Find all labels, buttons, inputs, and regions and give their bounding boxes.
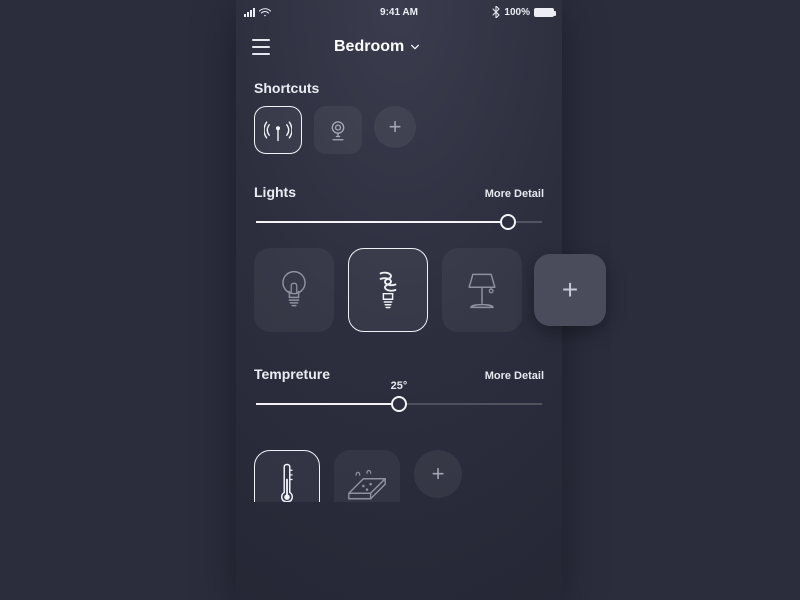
temperature-slider[interactable]: 25° xyxy=(256,392,542,416)
lights-section: Lights More Detail xyxy=(236,184,562,332)
camera-icon xyxy=(325,117,351,143)
plus-icon: + xyxy=(389,116,402,138)
lights-slider-fill xyxy=(256,221,508,223)
room-selector[interactable]: Bedroom xyxy=(334,38,420,56)
temp-floor-tile[interactable] xyxy=(334,450,400,502)
lights-title: Lights xyxy=(254,184,296,200)
bluetooth-icon xyxy=(492,6,500,18)
plus-icon: + xyxy=(562,276,578,304)
plus-icon: + xyxy=(432,463,445,485)
floor-heat-icon xyxy=(345,466,389,502)
add-temperature-button[interactable]: + xyxy=(414,450,462,498)
add-light-button[interactable]: + xyxy=(534,254,606,326)
lights-slider-knob[interactable] xyxy=(500,214,516,230)
temp-thermometer-tile[interactable] xyxy=(254,450,320,502)
wifi-icon xyxy=(259,8,271,17)
lights-slider[interactable] xyxy=(256,210,542,234)
temperature-slider-fill xyxy=(256,403,399,405)
signal-icon xyxy=(244,8,255,17)
status-bar: 9:41 AM 100% xyxy=(236,0,562,20)
menu-button[interactable] xyxy=(252,39,274,55)
lights-more-link[interactable]: More Detail xyxy=(485,188,544,200)
antenna-icon xyxy=(264,116,292,144)
shortcut-antenna[interactable] xyxy=(254,106,302,154)
add-shortcut-button[interactable]: + xyxy=(374,106,416,148)
status-time: 9:41 AM xyxy=(380,7,418,18)
temperature-more-link[interactable]: More Detail xyxy=(485,370,544,382)
temperature-slider-knob[interactable] xyxy=(391,396,407,412)
shortcut-camera[interactable] xyxy=(314,106,362,154)
header: Bedroom xyxy=(236,20,562,66)
cfl-bulb-icon xyxy=(369,266,407,314)
phone-frame: 9:41 AM 100% Bedroom Shortcuts xyxy=(236,0,562,600)
room-title: Bedroom xyxy=(334,38,404,56)
battery-percent: 100% xyxy=(504,7,530,18)
battery-icon xyxy=(534,8,554,17)
lamp-icon xyxy=(460,267,504,313)
light-bulb-tile[interactable] xyxy=(254,248,334,332)
shortcuts-section: Shortcuts + xyxy=(236,80,562,154)
temperature-section: Tempreture More Detail 25° xyxy=(236,366,562,502)
chevron-down-icon xyxy=(410,42,420,52)
temperature-title: Tempreture xyxy=(254,366,330,382)
light-lamp-tile[interactable] xyxy=(442,248,522,332)
temperature-value-label: 25° xyxy=(391,380,408,392)
bulb-icon xyxy=(275,267,313,313)
light-cfl-tile[interactable] xyxy=(348,248,428,332)
shortcuts-title: Shortcuts xyxy=(254,80,319,96)
thermometer-icon xyxy=(275,461,299,502)
